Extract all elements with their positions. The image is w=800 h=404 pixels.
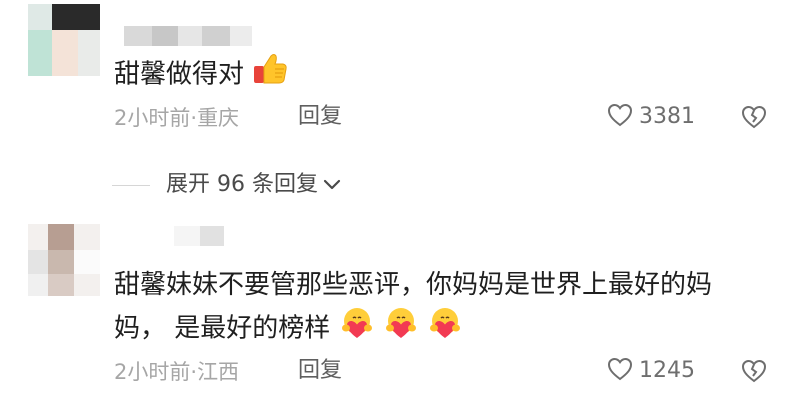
comment-time: 2小时前 xyxy=(114,106,191,130)
username-blurred[interactable] xyxy=(124,26,252,46)
comment-text-line2: 妈， 是最好的榜样 xyxy=(114,306,463,352)
comment-meta: 2小时前·江西 xyxy=(114,358,239,386)
like-button[interactable]: 1245 xyxy=(607,357,695,385)
comment-text-line1: 甜馨妹妹不要管那些恶评，你妈妈是世界上最好的妈 xyxy=(114,270,713,300)
reply-button[interactable]: 回复 xyxy=(298,103,342,131)
dislike-button[interactable] xyxy=(741,105,767,133)
comment-text: 甜馨做得对 xyxy=(114,52,288,98)
heart-hug-face-icon xyxy=(427,306,463,352)
heart-outline-icon xyxy=(607,357,633,385)
comment-location: 重庆 xyxy=(197,106,240,130)
username-blurred[interactable] xyxy=(174,226,224,246)
like-count: 1245 xyxy=(639,358,695,383)
avatar[interactable] xyxy=(28,224,100,296)
like-button[interactable]: 3381 xyxy=(607,103,695,131)
reply-button[interactable]: 回复 xyxy=(298,357,342,385)
comment-time: 2小时前 xyxy=(114,360,191,384)
broken-heart-icon xyxy=(741,359,767,387)
heart-hug-face-icon xyxy=(383,306,419,352)
comment-text-content: 甜馨做得对 xyxy=(114,59,245,90)
expand-replies-button[interactable]: 展开 96 条回复 xyxy=(112,171,342,199)
chevron-down-icon xyxy=(322,178,342,192)
heart-hug-face-icon xyxy=(339,306,375,352)
comment-meta: 2小时前·重庆 xyxy=(114,104,239,132)
comment-text-content: 妈， 是最好的榜样 xyxy=(114,313,331,344)
avatar[interactable] xyxy=(28,4,100,76)
comment-location: 江西 xyxy=(197,360,240,384)
thumbs-up-icon xyxy=(252,52,288,98)
expand-replies-label: 展开 96 条回复 xyxy=(166,172,318,197)
like-count: 3381 xyxy=(639,104,695,129)
dislike-button[interactable] xyxy=(741,359,767,387)
heart-outline-icon xyxy=(607,103,633,131)
divider-line xyxy=(112,184,150,186)
broken-heart-icon xyxy=(741,105,767,133)
